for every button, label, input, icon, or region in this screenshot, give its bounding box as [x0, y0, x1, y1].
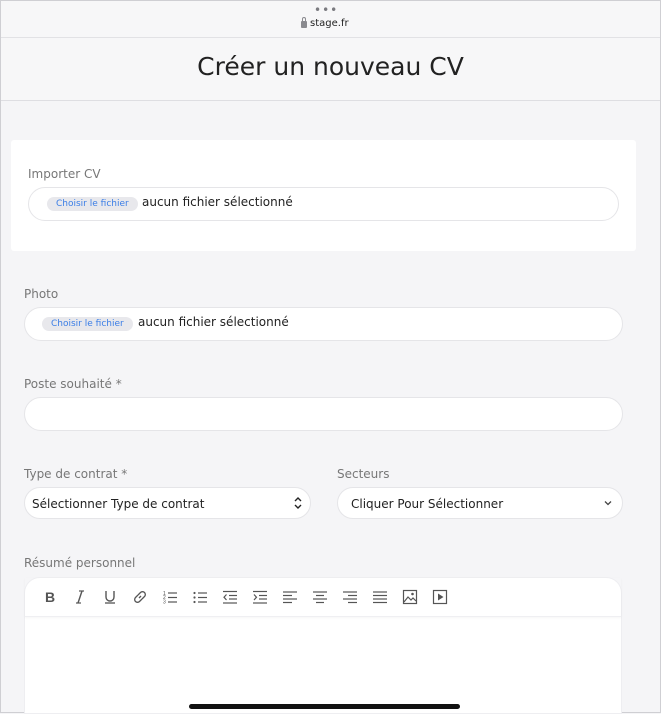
home-indicator [189, 704, 460, 709]
import-cv-file-status: aucun fichier sélectionné [142, 195, 293, 209]
url-text: stage.fr [310, 18, 349, 29]
align-center-icon[interactable] [311, 588, 329, 606]
lock-icon [301, 17, 307, 28]
secteurs-selected-value: Cliquer Pour Sélectionner [351, 497, 504, 511]
link-icon[interactable] [131, 588, 149, 606]
underline-icon[interactable] [101, 588, 119, 606]
import-cv-card: Importer CV Choisir le fichier aucun fic… [11, 140, 636, 251]
resume-label: Résumé personnel [24, 556, 136, 570]
align-right-icon[interactable] [341, 588, 359, 606]
browser-url[interactable]: stage.fr [301, 17, 349, 29]
bold-icon[interactable]: B [41, 588, 59, 606]
italic-icon[interactable] [71, 588, 89, 606]
sort-arrows-icon [294, 497, 302, 509]
contrat-label: Type de contrat * [24, 467, 128, 481]
page-title: Créer un nouveau CV [197, 52, 464, 81]
contrat-selected-value: Sélectionner Type de contrat [32, 497, 205, 511]
page-header: Créer un nouveau CV [1, 38, 660, 101]
photo-label: Photo [24, 287, 59, 301]
editor-toolbar: B 123 [25, 578, 621, 617]
image-icon[interactable] [401, 588, 419, 606]
poste-input[interactable] [24, 397, 623, 431]
secteurs-label: Secteurs [337, 467, 390, 481]
import-cv-choose-file-button[interactable]: Choisir le fichier [47, 197, 138, 211]
import-cv-file-input[interactable]: Choisir le fichier aucun fichier sélecti… [28, 187, 619, 221]
secteurs-select[interactable]: Cliquer Pour Sélectionner [337, 487, 623, 519]
browser-menu-dots[interactable]: ••• [314, 4, 338, 16]
bullet-list-icon[interactable] [191, 588, 209, 606]
svg-text:B: B [45, 589, 55, 605]
chevron-down-icon [604, 501, 612, 506]
photo-choose-file-button[interactable]: Choisir le fichier [42, 317, 133, 331]
outdent-icon[interactable] [221, 588, 239, 606]
import-cv-label: Importer CV [28, 167, 101, 181]
browser-address-bar: ••• stage.fr [1, 1, 660, 38]
poste-label: Poste souhaité * [24, 377, 122, 391]
svg-text:3: 3 [163, 600, 166, 606]
photo-file-status: aucun fichier sélectionné [138, 315, 289, 329]
resume-rich-text-editor[interactable]: B 123 [24, 577, 622, 714]
ordered-list-icon[interactable]: 123 [161, 588, 179, 606]
align-left-icon[interactable] [281, 588, 299, 606]
video-icon[interactable] [431, 588, 449, 606]
indent-icon[interactable] [251, 588, 269, 606]
photo-file-input[interactable]: Choisir le fichier aucun fichier sélecti… [24, 307, 623, 341]
align-justify-icon[interactable] [371, 588, 389, 606]
contrat-select[interactable]: Sélectionner Type de contrat [24, 487, 311, 519]
